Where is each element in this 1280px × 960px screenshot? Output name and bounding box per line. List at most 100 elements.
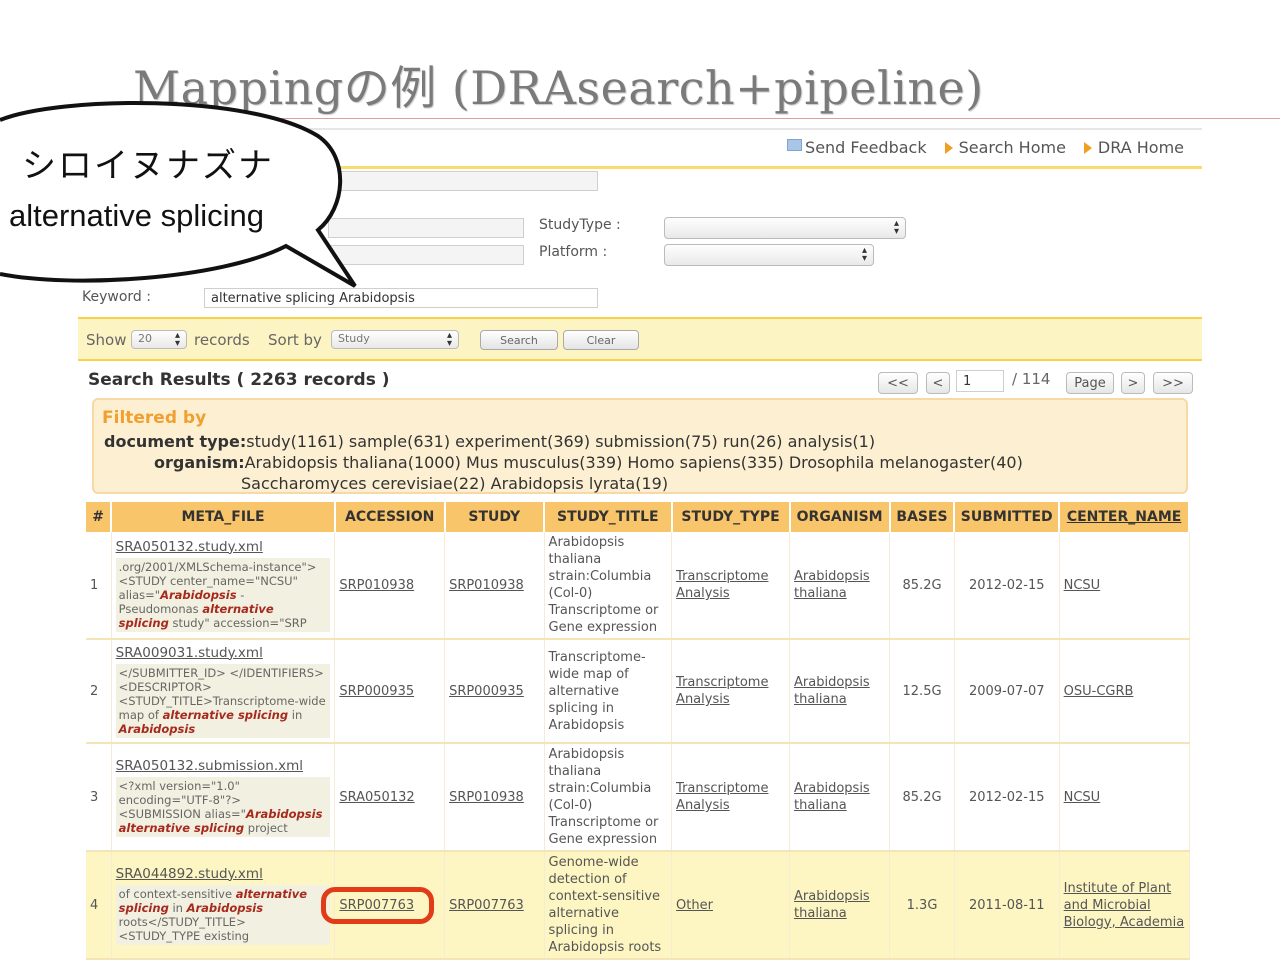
meta-file-cell: SRA050132.submission.xml <?xml version="… bbox=[111, 743, 336, 852]
col-bases[interactable]: BASES bbox=[889, 502, 956, 532]
table-row: 1 SRA050132.study.xml .org/2001/XMLSchem… bbox=[86, 532, 1190, 640]
col-study-title[interactable]: STUDY_TITLE bbox=[544, 502, 673, 532]
organism-link[interactable]: Arabidopsis thaliana bbox=[794, 889, 870, 921]
doc-type-values[interactable]: study(1161) sample(631) experiment(369) … bbox=[246, 432, 875, 451]
study-link[interactable]: SRP007763 bbox=[449, 898, 524, 913]
title-rule bbox=[238, 118, 1280, 119]
col-organism[interactable]: ORGANISM bbox=[789, 502, 891, 532]
search-button[interactable]: Search bbox=[480, 330, 558, 350]
meta-file-link[interactable]: SRA009031.study.xml bbox=[116, 645, 263, 661]
filter-panel: Filtered by document type:study(1161) sa… bbox=[92, 398, 1188, 494]
filter-title: Filtered by bbox=[102, 408, 207, 428]
organism-link[interactable]: Arabidopsis thaliana bbox=[794, 675, 870, 707]
table-row: 2 SRA009031.study.xml </SUBMITTER_ID> </… bbox=[86, 639, 1190, 744]
col-center-name[interactable]: CENTER_NAME bbox=[1059, 502, 1190, 532]
center-link[interactable]: OSU-CGRB bbox=[1064, 684, 1134, 699]
bases-cell: 1.3G bbox=[889, 851, 955, 960]
select-arrows-icon: ▴ ▾ bbox=[174, 330, 180, 349]
select-arrows-icon: ▴ ▾ bbox=[861, 245, 867, 264]
results-table: # META_FILE ACCESSION STUDY STUDY_TITLE … bbox=[86, 502, 1190, 960]
col-meta-file[interactable]: META_FILE bbox=[111, 502, 336, 532]
accession-field[interactable] bbox=[328, 171, 598, 191]
submitted-cell: 2012-02-15 bbox=[954, 532, 1060, 640]
study-title-cell: Arabidopsis thaliana strain:Columbia (Co… bbox=[544, 532, 673, 640]
meta-file-link[interactable]: SRA050132.submission.xml bbox=[116, 758, 303, 774]
meta-file-link[interactable]: SRA044892.study.xml bbox=[116, 866, 263, 882]
meta-file-link[interactable]: SRA050132.study.xml bbox=[116, 539, 263, 555]
dra-home-link[interactable]: DRA Home bbox=[1083, 138, 1184, 157]
select-arrows-icon: ▴ ▾ bbox=[893, 218, 899, 237]
row-number: 1 bbox=[86, 532, 112, 640]
accession-callout-ring bbox=[321, 887, 434, 924]
bases-cell: 85.2G bbox=[889, 743, 955, 852]
study-link[interactable]: SRP010938 bbox=[449, 790, 524, 805]
study-type-link[interactable]: Transcriptome Analysis bbox=[676, 569, 768, 601]
row-number: 3 bbox=[86, 743, 112, 852]
study-link[interactable]: SRP000935 bbox=[449, 684, 524, 699]
table-header-row: # META_FILE ACCESSION STUDY STUDY_TITLE … bbox=[86, 502, 1190, 532]
accession-link[interactable]: SRP010938 bbox=[339, 578, 414, 593]
col-study[interactable]: STUDY bbox=[444, 502, 546, 532]
bases-cell: 85.2G bbox=[889, 532, 955, 640]
bubble-text-japanese: シロイヌナズナ bbox=[22, 146, 274, 186]
dra-home-label: DRA Home bbox=[1097, 138, 1184, 157]
next-page-button[interactable]: > bbox=[1121, 372, 1145, 394]
select-arrows-icon: ▴ ▾ bbox=[446, 330, 452, 349]
platform-select[interactable]: ▴ ▾ bbox=[664, 244, 874, 266]
meta-snippet: <?xml version="1.0" encoding="UTF-8"?> <… bbox=[115, 776, 330, 837]
submitted-cell: 2009-07-07 bbox=[954, 639, 1060, 744]
search-home-link[interactable]: Search Home bbox=[944, 138, 1066, 157]
organism-link[interactable]: Arabidopsis thaliana bbox=[794, 569, 870, 601]
filter-org-row: organism:Arabidopsis thaliana(1000) Mus … bbox=[154, 453, 1023, 472]
accession-link[interactable]: SRA050132 bbox=[339, 790, 414, 805]
bubble-text-english: alternative splicing bbox=[9, 198, 265, 233]
col-submitted[interactable]: SUBMITTED bbox=[954, 502, 1061, 532]
organism-values-2[interactable]: Saccharomyces cerevisiae(22) Arabidopsis… bbox=[241, 474, 668, 493]
sort-by-select[interactable]: Study ▴ ▾ bbox=[331, 330, 459, 349]
arrow-icon bbox=[1083, 141, 1092, 154]
study-type-link[interactable]: Other bbox=[676, 898, 713, 913]
accession-link[interactable]: SRP000935 bbox=[339, 684, 414, 699]
send-feedback-label: Send Feedback bbox=[805, 138, 927, 157]
meta-snippet: .org/2001/XMLSchema-instance"> <STUDY ce… bbox=[115, 557, 330, 632]
study-type-link[interactable]: Transcriptome Analysis bbox=[676, 675, 768, 707]
organism-values[interactable]: Arabidopsis thaliana(1000) Mus musculus(… bbox=[245, 453, 1023, 472]
meta-file-cell: SRA044892.study.xml of context-sensitive… bbox=[111, 851, 336, 960]
center-link[interactable]: NCSU bbox=[1064, 578, 1101, 593]
page-number-input[interactable] bbox=[956, 370, 1004, 392]
organism-link[interactable]: Arabidopsis thaliana bbox=[794, 781, 870, 813]
study-type-link[interactable]: Transcriptome Analysis bbox=[676, 781, 768, 813]
col-accession[interactable]: ACCESSION bbox=[334, 502, 446, 532]
first-page-button[interactable]: << bbox=[878, 372, 918, 394]
show-count-value: 20 bbox=[138, 332, 152, 345]
studytype-select[interactable]: ▴ ▾ bbox=[664, 217, 906, 239]
last-page-button[interactable]: >> bbox=[1153, 372, 1193, 394]
row-number: 4 bbox=[86, 851, 112, 960]
clear-button[interactable]: Clear bbox=[563, 330, 639, 350]
submitted-cell: 2011-08-11 bbox=[954, 851, 1060, 960]
doc-type-label: document type: bbox=[104, 432, 247, 451]
platform-label: Platform : bbox=[539, 244, 608, 260]
meta-file-cell: SRA050132.study.xml .org/2001/XMLSchema-… bbox=[111, 532, 336, 640]
center-name-header: CENTER_NAME bbox=[1066, 509, 1182, 525]
sort-by-label: Sort by bbox=[268, 331, 322, 349]
results-toolbar: Show 20 ▴ ▾ records Sort by Study ▴ ▾ Sear… bbox=[78, 317, 1202, 361]
bases-cell: 12.5G bbox=[889, 639, 955, 744]
send-feedback-link[interactable]: Send Feedback bbox=[787, 138, 927, 157]
records-label: records bbox=[194, 331, 250, 349]
go-page-button[interactable]: Page bbox=[1066, 372, 1114, 394]
study-link[interactable]: SRP010938 bbox=[449, 578, 524, 593]
prev-page-button[interactable]: < bbox=[926, 372, 950, 394]
table-row: 3 SRA050132.submission.xml <?xml version… bbox=[86, 743, 1190, 852]
row-number: 2 bbox=[86, 639, 112, 744]
studytype-label: StudyType : bbox=[539, 217, 621, 233]
center-link[interactable]: Institute of Plant and Microbial Biology… bbox=[1064, 881, 1185, 930]
study-title-cell: Genome-wide detection of context-sensiti… bbox=[544, 851, 673, 960]
search-home-label: Search Home bbox=[958, 138, 1066, 157]
show-count-select[interactable]: 20 ▴ ▾ bbox=[131, 330, 187, 349]
organism-label: organism: bbox=[154, 453, 245, 472]
top-divider bbox=[278, 128, 1202, 130]
arrow-icon bbox=[944, 141, 953, 154]
col-study-type[interactable]: STUDY_TYPE bbox=[671, 502, 791, 532]
center-link[interactable]: NCSU bbox=[1064, 790, 1101, 805]
